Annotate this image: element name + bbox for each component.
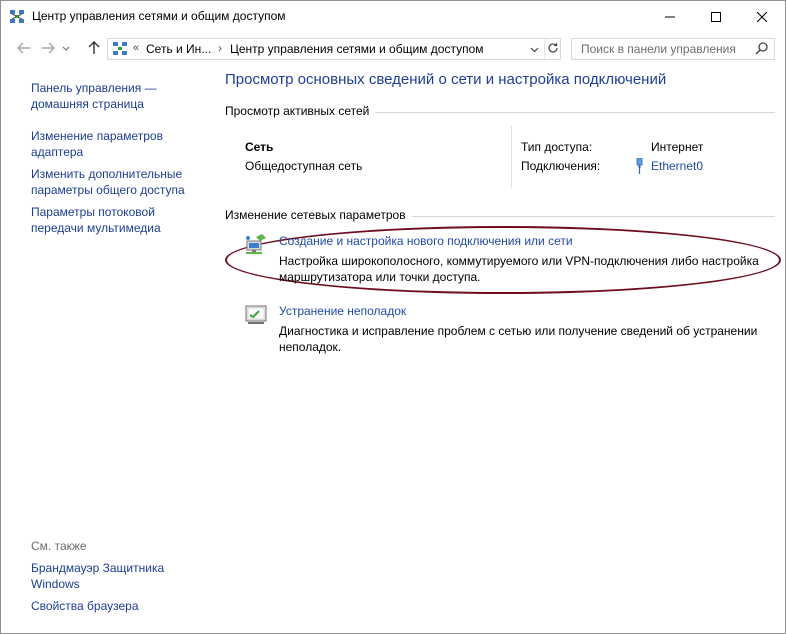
new-connection-icon [244,232,268,256]
breadcrumb-separator[interactable]: › [218,41,222,55]
back-button[interactable] [13,38,35,60]
breadcrumb-network-center[interactable]: Центр управления сетями и общим доступом [230,42,484,56]
address-overflow-chevron[interactable]: « [133,42,139,54]
title-bar[interactable]: Центр управления сетями и общим доступом [1,1,785,32]
troubleshoot-description: Диагностика и исправление проблем с сеть… [279,324,758,354]
refresh-icon [547,42,559,57]
page-title: Просмотр основных сведений о сети и наст… [225,71,667,88]
recent-pages-button[interactable] [59,38,73,60]
link-windows-defender-firewall[interactable]: Брандмауэр Защитника Windows [31,561,171,592]
maximize-button[interactable] [693,1,739,32]
back-arrow-icon [17,42,31,57]
connections-label: Подключения: [521,159,601,173]
address-dropdown-button[interactable] [526,39,542,59]
link-advanced-sharing-settings[interactable]: Изменить дополнительные параметры общего… [31,167,193,198]
new-connection-link[interactable]: Создание и настройка нового подключения … [279,234,573,248]
address-bar[interactable]: « Сеть и Ин... › Центр управления сетями… [107,38,561,60]
network-category-link: Общедоступная сеть [245,159,363,173]
minimize-button[interactable] [647,1,693,32]
network-center-icon [9,9,25,25]
new-connection-description: Настройка широкополосного, коммутируемог… [279,254,759,284]
address-row: « Сеть и Ин... › Центр управления сетями… [1,34,785,64]
chevron-down-icon [530,42,539,56]
vertical-divider [511,126,512,188]
troubleshoot-icon [244,303,268,327]
up-arrow-icon [88,40,100,58]
search-input[interactable]: Поиск в панели управления [571,38,775,60]
network-name: Сеть [245,140,274,154]
breadcrumb-network[interactable]: Сеть и Ин... [146,42,211,56]
refresh-button[interactable] [544,39,561,59]
link-media-streaming-options[interactable]: Параметры потоковой передачи мультимедиа [31,205,171,236]
link-control-panel-home[interactable]: Панель управления — домашняя страница [31,81,171,112]
access-type-label: Тип доступа: [521,140,593,154]
see-also-label: См. также [31,539,87,553]
forward-arrow-icon [41,42,55,57]
search-placeholder: Поиск в панели управления [581,42,736,56]
up-button[interactable] [83,38,105,60]
close-button[interactable] [739,1,785,32]
change-settings-label: Изменение сетевых параметров [225,208,412,222]
active-networks-label: Просмотр активных сетей [225,104,376,118]
troubleshoot-link[interactable]: Устранение неполадок [279,304,406,318]
search-icon[interactable] [754,41,770,57]
window: Центр управления сетями и общим доступом [0,0,786,634]
ethernet-connection-link[interactable]: Ethernet0 [651,159,703,173]
link-change-adapter-settings[interactable]: Изменение параметров адаптера [31,129,171,160]
network-center-icon [112,41,128,57]
link-internet-options[interactable]: Свойства браузера [31,599,171,615]
ethernet-icon [635,157,644,174]
forward-button[interactable] [37,38,59,60]
window-title: Центр управления сетями и общим доступом [32,9,286,23]
access-type-value: Интернет [651,140,704,154]
